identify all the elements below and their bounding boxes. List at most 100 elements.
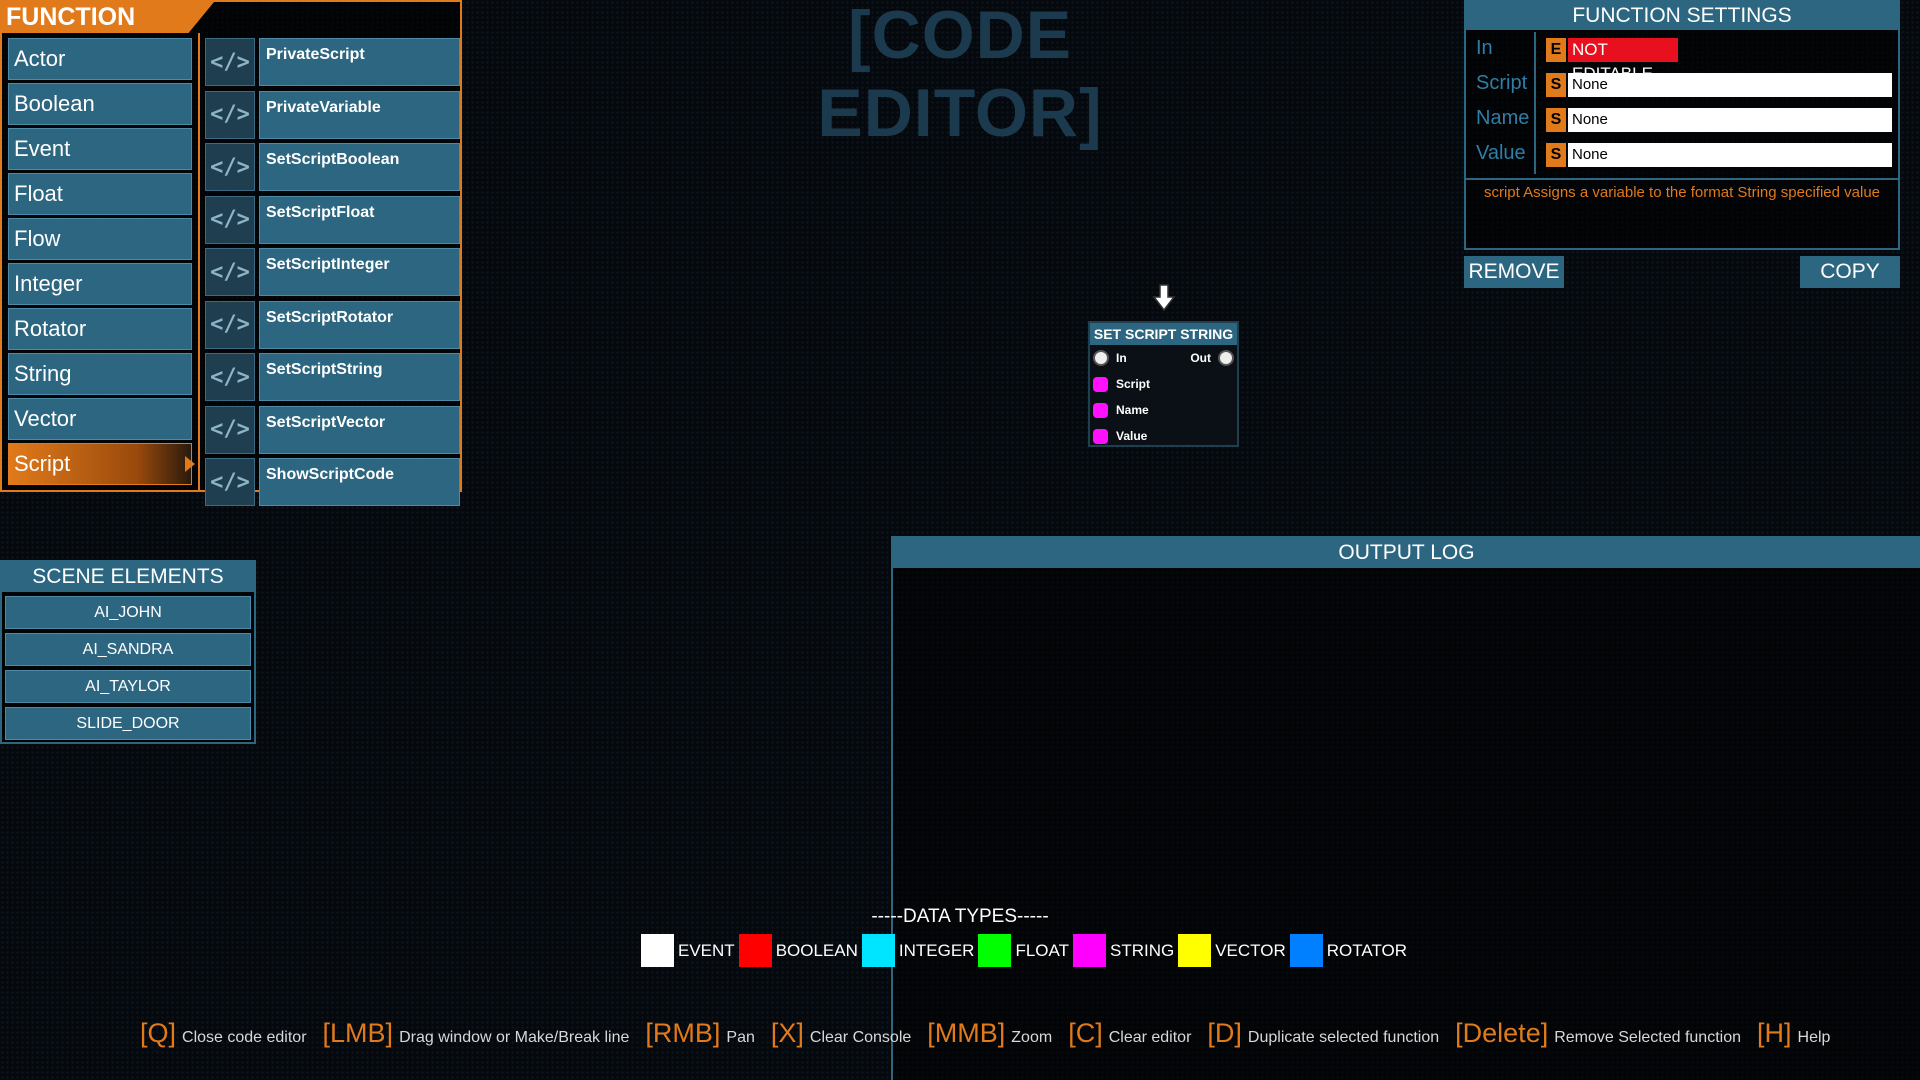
function-item[interactable]: </> SetScriptString xyxy=(205,353,460,403)
function-item[interactable]: </> SetScriptFloat xyxy=(205,195,460,246)
category-rotator[interactable]: Rotator xyxy=(8,308,192,350)
shortcut-key: [LMB] xyxy=(322,1018,394,1048)
color-swatch xyxy=(1072,934,1106,967)
function-item[interactable]: </> PrivateVariable xyxy=(205,90,460,141)
shortcut-description: Help xyxy=(1797,1029,1831,1046)
function-item[interactable]: </> SetScriptRotator xyxy=(205,300,460,351)
data-type-vector: VECTOR xyxy=(1178,934,1286,967)
setting-row-in: In E NOT EDITABLE xyxy=(1466,34,1898,83)
copy-button[interactable]: COPY xyxy=(1800,256,1900,288)
data-type-float: FLOAT xyxy=(978,934,1069,967)
setting-row-script: Script S None xyxy=(1466,69,1898,103)
category-boolean[interactable]: Boolean xyxy=(8,83,192,125)
shortcut-key: [Delete] xyxy=(1455,1018,1549,1048)
selected-arrow-icon xyxy=(185,456,195,472)
data-type-label: FLOAT xyxy=(1015,940,1069,960)
scene-elements-panel: SCENE ELEMENTS AI_JOHN AI_SANDRA AI_TAYL… xyxy=(0,560,256,744)
set-script-string-node[interactable]: SET SCRIPT STRING In Out Script Name Val… xyxy=(1088,321,1239,447)
setting-label: Name xyxy=(1476,107,1530,129)
exec-out-label: Out xyxy=(1190,351,1211,365)
string-pin-icon[interactable] xyxy=(1093,403,1108,418)
category-list: Actor Boolean Event Float Flow Integer R… xyxy=(8,38,195,488)
string-pin-icon[interactable] xyxy=(1093,429,1108,444)
category-event[interactable]: Event xyxy=(8,128,192,170)
shortcut-key: [X] xyxy=(770,1018,804,1048)
code-icon: </> xyxy=(205,38,255,86)
output-log-panel: OUTPUT LOG xyxy=(891,536,1920,1080)
function-item-label: PrivateScript xyxy=(259,38,460,86)
setting-row-value: Value S None xyxy=(1466,139,1898,173)
shortcut-key: [H] xyxy=(1757,1018,1792,1048)
category-actor[interactable]: Actor xyxy=(8,38,192,80)
data-type-boolean: BOOLEAN xyxy=(738,934,858,967)
scene-elements-title[interactable]: SCENE ELEMENTS xyxy=(2,562,254,592)
exec-out-pin-icon[interactable] xyxy=(1218,350,1234,366)
node-input-row: Name xyxy=(1090,397,1237,423)
remove-button[interactable]: REMOVE xyxy=(1464,256,1564,288)
input-pin-label: Name xyxy=(1116,403,1149,417)
output-log-title[interactable]: OUTPUT LOG xyxy=(893,538,1920,568)
scene-element-item[interactable]: AI_JOHN xyxy=(5,596,251,629)
shortcut-description: Close code editor xyxy=(182,1029,307,1046)
code-icon: </> xyxy=(205,405,255,454)
function-item-label: SetScriptVector xyxy=(259,405,460,454)
exec-in-label: In xyxy=(1116,351,1127,365)
node-title[interactable]: SET SCRIPT STRING xyxy=(1090,323,1237,345)
input-pin-label: Script xyxy=(1116,377,1151,391)
function-library-panel: FUNCTION LIBRARY Actor Boolean Event Flo… xyxy=(0,0,462,506)
shortcut-description: Pan xyxy=(726,1029,755,1046)
node-pointer-arrow-icon xyxy=(1152,284,1176,312)
color-swatch xyxy=(1289,934,1323,967)
function-library-divider xyxy=(198,33,200,492)
string-pin-icon[interactable] xyxy=(1093,377,1108,392)
data-types-title: -----DATA TYPES----- xyxy=(871,906,1049,927)
exec-in-pin-icon[interactable] xyxy=(1093,350,1109,366)
function-item[interactable]: </> SetScriptBoolean xyxy=(205,143,460,193)
function-settings-panel: FUNCTION SETTINGS In E NOT EDITABLE Scri… xyxy=(1464,0,1900,250)
color-swatch xyxy=(978,934,1012,967)
category-float[interactable]: Float xyxy=(8,173,192,215)
scene-element-item[interactable]: AI_SANDRA xyxy=(5,633,251,666)
category-integer[interactable]: Integer xyxy=(8,263,192,305)
category-flow[interactable]: Flow xyxy=(8,218,192,260)
data-type-integer: INTEGER xyxy=(861,934,975,967)
code-icon: </> xyxy=(205,195,255,244)
shortcut-key: [RMB] xyxy=(645,1018,721,1048)
scene-element-item[interactable]: SLIDE_DOOR xyxy=(5,707,251,740)
setting-type-badge: S xyxy=(1546,143,1566,167)
data-type-label: STRING xyxy=(1109,940,1175,960)
function-item[interactable]: </> SetScriptInteger xyxy=(205,248,460,298)
shortcut-key: [C] xyxy=(1068,1018,1103,1048)
category-script[interactable]: Script xyxy=(8,443,195,485)
setting-value-field[interactable]: None xyxy=(1568,108,1892,132)
setting-label: Value xyxy=(1476,142,1526,164)
shortcut-description: Zoom xyxy=(1011,1029,1053,1046)
shortcut-bar: [Q] Close code editor [LMB] Drag window or … xyxy=(140,1018,1846,1049)
function-description: script Assigns a variable to the format … xyxy=(1483,184,1881,201)
scene-element-item[interactable]: AI_TAYLOR xyxy=(5,670,251,703)
code-icon: </> xyxy=(205,90,255,139)
color-swatch xyxy=(1178,934,1212,967)
data-type-label: INTEGER xyxy=(898,940,975,960)
code-icon: </> xyxy=(205,248,255,296)
function-item[interactable]: </> SetScriptVector xyxy=(205,405,460,456)
function-item[interactable]: </> PrivateScript xyxy=(205,38,460,88)
node-input-row: Value xyxy=(1090,423,1237,449)
editor-title: [CODE EDITOR] xyxy=(817,0,1103,151)
setting-value-field[interactable]: None xyxy=(1568,73,1892,97)
function-item-label: PrivateVariable xyxy=(259,90,460,139)
color-swatch xyxy=(861,934,895,967)
shortcut-description: Remove Selected function xyxy=(1554,1029,1741,1046)
node-exec-row: In Out xyxy=(1090,345,1237,371)
data-type-string: STRING xyxy=(1072,934,1175,967)
category-string[interactable]: String xyxy=(8,353,192,395)
node-input-row: Script xyxy=(1090,371,1237,397)
function-library-title[interactable]: FUNCTION LIBRARY xyxy=(2,2,214,33)
shortcut-description: Duplicate selected function xyxy=(1247,1029,1440,1046)
category-vector[interactable]: Vector xyxy=(8,398,192,440)
data-type-label: EVENT xyxy=(678,940,735,960)
setting-label: In xyxy=(1476,37,1493,59)
function-settings-title[interactable]: FUNCTION SETTINGS xyxy=(1466,2,1898,30)
function-item[interactable]: </> ShowScriptCode xyxy=(205,458,460,508)
setting-value-field[interactable]: None xyxy=(1568,143,1892,167)
